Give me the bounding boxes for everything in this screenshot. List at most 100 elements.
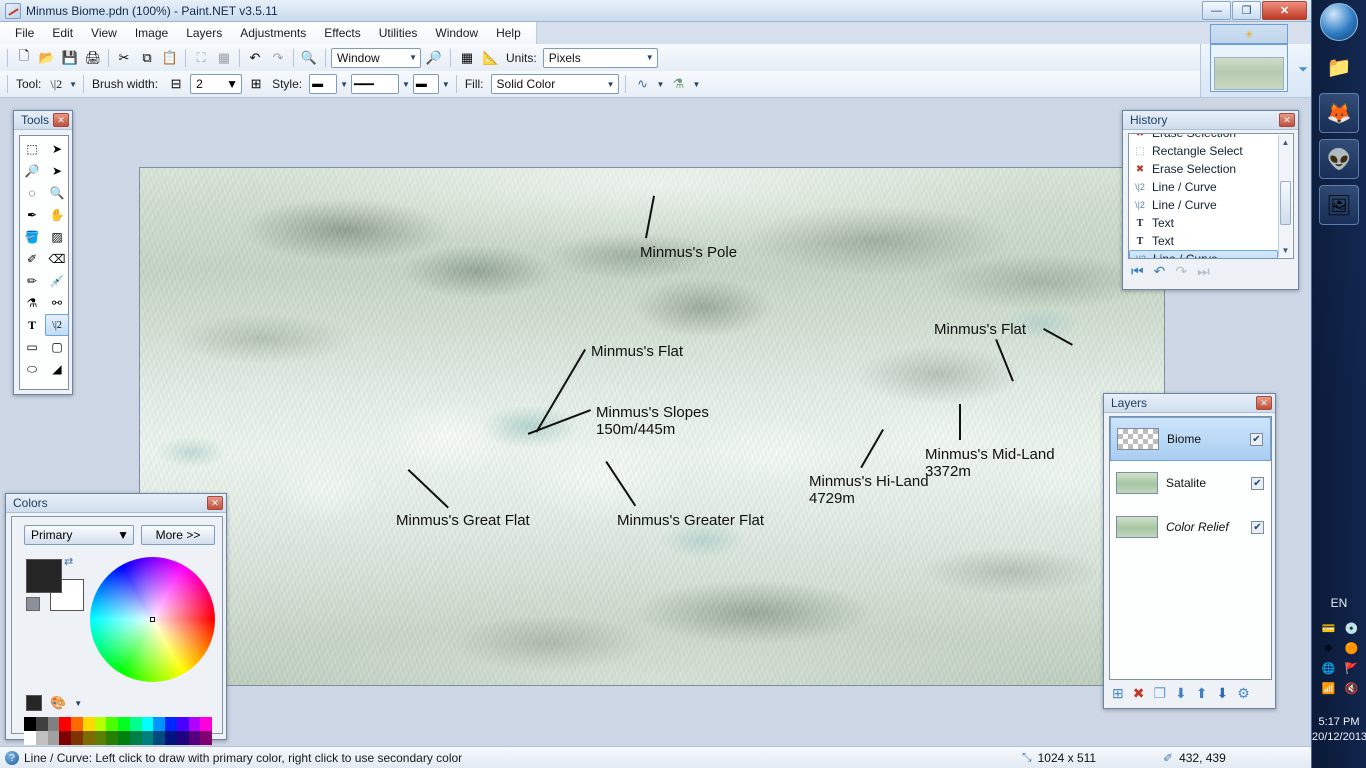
history-item[interactable]: T Text xyxy=(1129,232,1278,250)
close-icon[interactable]: ✕ xyxy=(1279,113,1295,127)
move-selected-tool[interactable]: ➤ xyxy=(45,138,69,160)
color-swatch[interactable] xyxy=(24,731,36,745)
pencil-tool[interactable]: ✏ xyxy=(20,270,44,292)
chevron-down-icon[interactable]: ▼ xyxy=(340,80,348,89)
color-swatch[interactable] xyxy=(141,731,154,745)
rectangle-select-tool[interactable]: ⬚ xyxy=(20,138,44,160)
color-swatch[interactable] xyxy=(165,717,177,731)
grid-icon[interactable]: ▦ xyxy=(456,47,478,69)
move-layer-down-button[interactable]: ⬇ xyxy=(1217,685,1229,702)
fill-combo[interactable]: Solid Color ▼ xyxy=(490,74,619,94)
tools-palette-header[interactable]: Tools ✕ xyxy=(14,111,72,130)
color-swatch[interactable] xyxy=(153,731,165,745)
redo-icon[interactable]: ↷ xyxy=(267,47,289,69)
scroll-up-icon[interactable]: ▲ xyxy=(1279,135,1292,149)
color-swatch[interactable] xyxy=(176,731,189,745)
tray-icon-5[interactable]: 🚩 xyxy=(1341,660,1362,676)
color-swatch[interactable] xyxy=(47,717,60,731)
color-swatch[interactable] xyxy=(200,731,212,745)
color-swatch[interactable] xyxy=(188,731,201,745)
color-swatch[interactable] xyxy=(82,731,95,745)
brush-width-stepper[interactable]: 2 ▼ xyxy=(190,74,243,94)
history-item[interactable]: \|2 Line / Curve xyxy=(1129,196,1278,214)
chevron-down-icon[interactable]: ▼ xyxy=(74,699,82,708)
color-swatch[interactable] xyxy=(82,717,95,731)
tray-icon-2[interactable]: ❄ xyxy=(1318,640,1339,656)
style-cap-combo[interactable]: ▬ xyxy=(412,74,439,94)
tool-dropdown-icon[interactable]: ▼ xyxy=(69,80,77,89)
color-swatch[interactable] xyxy=(106,717,118,731)
save-icon[interactable]: 💾 xyxy=(59,47,81,69)
history-scrollbar[interactable]: ▲ ▼ xyxy=(1278,135,1292,257)
eraser-tool[interactable]: ⌫ xyxy=(45,248,69,270)
layers-palette-header[interactable]: Layers ✕ xyxy=(1104,394,1275,413)
reset-colors-icon[interactable] xyxy=(26,597,40,611)
history-item[interactable]: \|2 Line / Curve xyxy=(1129,178,1278,196)
layer-visibility-checkbox[interactable]: ✔ xyxy=(1250,432,1263,446)
image-tab[interactable]: ☀ xyxy=(1210,24,1288,44)
image-canvas[interactable]: Minmus's Pole Minmus's Flat Minmus's Slope… xyxy=(139,167,1165,686)
close-icon[interactable]: ✕ xyxy=(1256,396,1272,410)
delete-layer-button[interactable]: ✖ xyxy=(1133,685,1145,702)
help-icon[interactable]: ? xyxy=(5,751,19,765)
menu-item-file[interactable]: File xyxy=(6,24,43,42)
zoom-level-combo[interactable]: Window ▼ xyxy=(331,47,421,68)
cut-icon[interactable]: ✂ xyxy=(113,47,135,69)
primary-color-swatch[interactable] xyxy=(26,559,62,593)
ellipse-select-tool[interactable]: ◌ xyxy=(20,182,44,204)
paintbrush-tool[interactable]: ✐ xyxy=(20,248,44,270)
zoom-out-icon[interactable]: 🔍 xyxy=(298,47,320,69)
language-indicator[interactable]: EN xyxy=(1312,596,1366,610)
menu-item-image[interactable]: Image xyxy=(126,24,177,42)
history-item[interactable]: \|2 Line / Curve xyxy=(1129,250,1278,258)
color-swatch[interactable] xyxy=(59,731,71,745)
more-colors-button[interactable]: More >> xyxy=(141,525,215,545)
history-item[interactable]: ⬚ Rectangle Select xyxy=(1129,142,1278,160)
print-icon[interactable]: 🖨 xyxy=(82,47,104,69)
palette-icon[interactable]: 🎨 xyxy=(50,695,66,711)
taskbar-paintnet-icon[interactable]: 🖼 xyxy=(1319,185,1359,225)
taskbar-ksp-icon[interactable]: 👽 xyxy=(1319,139,1359,179)
tray-icon-0[interactable]: 💳 xyxy=(1318,620,1339,636)
paste-icon[interactable]: 📋 xyxy=(159,47,181,69)
gradient-tool[interactable]: ▨ xyxy=(45,226,69,248)
menu-item-adjustments[interactable]: Adjustments xyxy=(231,24,315,42)
undo-button[interactable]: ↶ xyxy=(1154,263,1166,280)
menu-item-help[interactable]: Help xyxy=(487,24,530,42)
chevron-down-icon[interactable]: ▼ xyxy=(402,80,410,89)
copy-icon[interactable]: ⧉ xyxy=(136,47,158,69)
taskbar-explorer-icon[interactable]: 📁 xyxy=(1319,47,1359,87)
text-tool[interactable]: T xyxy=(20,314,44,336)
style-line-combo[interactable]: ━━━ xyxy=(351,74,399,94)
color-swatch[interactable] xyxy=(94,717,107,731)
menu-item-utilities[interactable]: Utilities xyxy=(370,24,427,42)
pan-tool[interactable]: ✋ xyxy=(45,204,69,226)
layer-visibility-checkbox[interactable]: ✔ xyxy=(1251,476,1264,490)
rewind-history-button[interactable]: ⏮ xyxy=(1131,263,1144,280)
duplicate-layer-button[interactable]: ❐ xyxy=(1153,685,1166,702)
color-swatch[interactable] xyxy=(35,731,48,745)
undo-icon[interactable]: ↶ xyxy=(244,47,266,69)
menu-item-view[interactable]: View xyxy=(82,24,126,42)
rectangle-shape-tool[interactable]: ▭ xyxy=(20,336,44,358)
color-swatch[interactable] xyxy=(188,717,201,731)
units-combo[interactable]: Pixels ▼ xyxy=(542,47,658,68)
clone-stamp-tool[interactable]: ⚗ xyxy=(20,292,44,314)
rounded-rectangle-tool[interactable]: ▢ xyxy=(45,336,69,358)
thumbnail-dropdown-icon[interactable]: ⏷ xyxy=(1298,62,1308,77)
antialiasing-icon[interactable]: ⚗ xyxy=(667,73,689,95)
layer-row[interactable]: Color Relief ✔ xyxy=(1110,505,1271,549)
taskbar-firefox-icon[interactable]: 🦊 xyxy=(1319,93,1359,133)
menu-item-edit[interactable]: Edit xyxy=(43,24,82,42)
history-list[interactable]: ✖ Erase Selection ⬚ Rectangle Select ✖ Erase … xyxy=(1128,133,1294,259)
zoom-in-icon[interactable]: 🔎 xyxy=(423,47,445,69)
layers-list[interactable]: Biome ✔ Satalite ✔ Color Relief ✔ xyxy=(1109,416,1272,680)
brush-width-decrease-icon[interactable]: ⊟ xyxy=(165,73,187,95)
color-swatch[interactable] xyxy=(153,717,165,731)
color-swatch[interactable] xyxy=(176,717,189,731)
scrollbar-thumb[interactable] xyxy=(1280,181,1291,225)
close-icon[interactable]: ✕ xyxy=(53,113,69,127)
color-swatch[interactable] xyxy=(94,731,107,745)
line-curve-tool[interactable]: \|2 xyxy=(45,314,69,336)
maximize-button[interactable]: ❐ xyxy=(1232,1,1261,20)
